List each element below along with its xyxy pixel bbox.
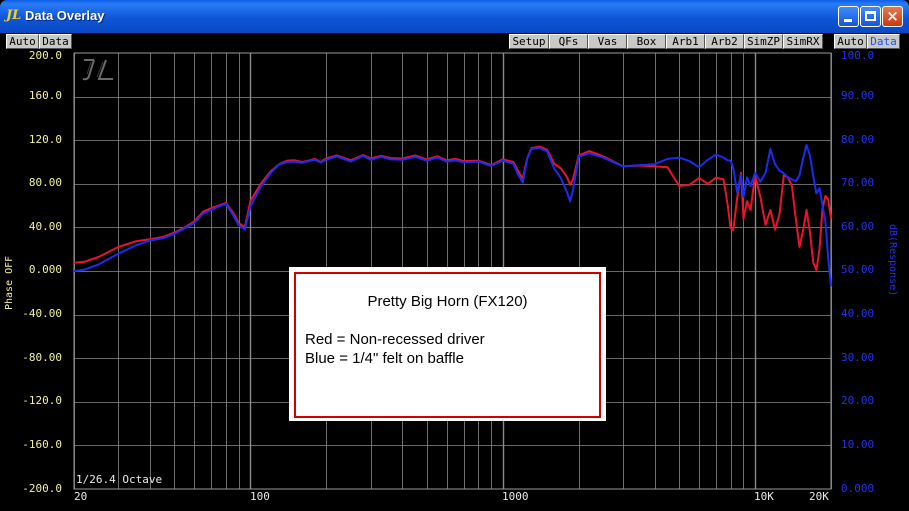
frequency-response-chart [73,52,832,490]
right-y-tick: 10.00 [841,438,875,451]
annotation-blue-legend: Blue = 1/4" felt on baffle [305,350,464,367]
annotation-title: Pretty Big Horn (FX120) [367,293,528,310]
right-y-tick: 90.00 [841,89,875,102]
left-y-tick: -160.0 [22,438,62,451]
annotation-box[interactable]: Pretty Big Horn (FX120) Red = Non-recess… [289,267,606,421]
smoothing-resolution-label: 1/26.4 Octave [76,473,163,486]
right-y-tick: 20.00 [841,394,875,407]
left-y-tick: -80.00 [22,351,62,364]
right-y-tick: 60.00 [841,220,875,233]
x-tick: 20K [809,490,829,503]
right-y-tick: 50.00 [841,263,875,276]
x-tick: 100 [250,490,270,503]
right-y-tick: 30.00 [841,351,875,364]
annotation-red-legend: Red = Non-recessed driver [305,331,485,348]
left-y-tick: 200.0 [28,49,62,62]
left-y-tick: -120.0 [22,394,62,407]
right-axis-label: dB(Response) [887,224,898,297]
right-y-tick: 80.00 [841,133,875,146]
left-y-tick: 160.0 [28,89,62,102]
left-y-tick: 80.00 [28,176,62,189]
right-y-tick: 70.00 [841,176,875,189]
left-y-tick: -200.0 [22,482,62,495]
jl-watermark-icon [82,59,113,81]
left-y-tick: 40.00 [28,220,62,233]
x-tick: 10K [754,490,774,503]
x-tick: 20 [74,490,88,503]
left-y-tick: 120.0 [28,133,62,146]
left-axis-label: Phase OFF [4,255,15,310]
data-overlay-window: JL Data Overlay × Auto Data Setup QFs Va… [0,0,909,511]
right-y-tick: 40.00 [841,307,875,320]
x-tick: 1000 [502,490,529,503]
right-y-tick: 100.0 [841,49,875,62]
annotation-border: Pretty Big Horn (FX120) Red = Non-recess… [294,272,601,418]
right-y-tick: 0.000 [841,482,875,495]
